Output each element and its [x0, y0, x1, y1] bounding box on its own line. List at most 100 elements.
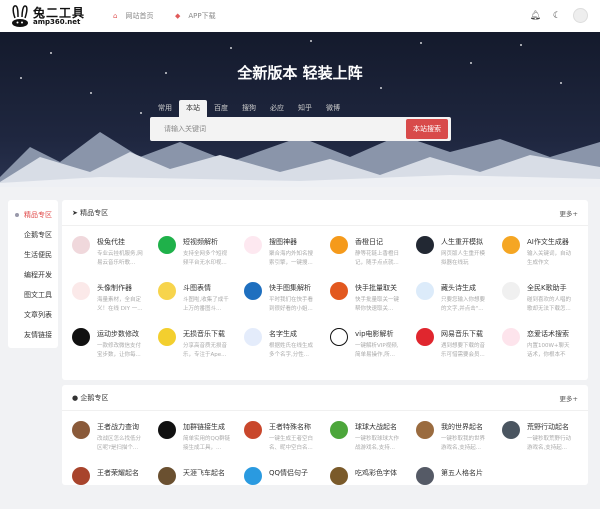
- tab-6[interactable]: 微博: [319, 100, 347, 117]
- tool-item[interactable]: 我的世界起名 一键秒取我的世界游戏名,支持起...: [416, 417, 502, 463]
- sidebar-item-2[interactable]: 生活便民: [8, 248, 58, 268]
- tool-name: 荒野行动起名: [527, 423, 569, 431]
- tool-icon: [330, 282, 348, 300]
- tool-item[interactable]: 快手图集解析 平时我们在快手看到很好看的小姐...: [244, 278, 330, 324]
- tool-name: 王者荣耀起名: [97, 469, 139, 477]
- tool-icon: [244, 421, 262, 439]
- bell-icon[interactable]: 🔔︎: [529, 11, 540, 21]
- tool-item[interactable]: 名字生成 根据姓氏在线生成多个名字,分性...: [244, 324, 330, 370]
- tool-item[interactable]: 网易音乐下载 遇到想要下载的音乐可惜需要会员...: [416, 324, 502, 370]
- tool-item[interactable]: 吃鸡彩色字体: [330, 463, 416, 509]
- tool-item[interactable]: 全民K歌助手 碰到喜欢的人唱的歌却无法下载怎...: [502, 278, 588, 324]
- tool-icon: [158, 421, 176, 439]
- tool-name: 香橙日记: [355, 238, 383, 246]
- star: [140, 112, 142, 114]
- sidebar-item-4[interactable]: 图文工具: [8, 288, 58, 308]
- tool-icon: [72, 328, 90, 346]
- tool-item[interactable]: 短视频解析 支持全网多个短视频平台无水印视...: [158, 232, 244, 278]
- tool-icon: [502, 282, 520, 300]
- tab-0[interactable]: 常用: [151, 100, 179, 117]
- tool-item[interactable]: 荒野行动起名 一键秒取荒野行动游戏名,支持起...: [502, 417, 588, 463]
- tool-item[interactable]: 天涯飞车起名: [158, 463, 244, 509]
- logo-subtitle: amp360.net: [33, 17, 81, 26]
- section-qie: ● 企鹅专区 更多+ 王者战力查询 改战区怎么找低分区呢?是扫描个... 加群链接生成…: [62, 385, 588, 485]
- tool-item[interactable]: 快手批量取关 快手批量取关一键帮你快速取关...: [330, 278, 416, 324]
- send-icon: ➤: [72, 208, 81, 217]
- star: [380, 87, 382, 89]
- more-link[interactable]: 更多+: [560, 393, 578, 403]
- tool-item[interactable]: 王者特殊名称 一键生成王者空白名、昵中空白名...: [244, 417, 330, 463]
- tool-name: 运动步数修改: [97, 330, 139, 338]
- tool-desc: 改战区怎么找低分区呢?是扫描个...: [97, 436, 142, 451]
- tool-desc: 一键解析VIP视频,简单易操作,所...: [355, 343, 399, 358]
- tab-5[interactable]: 知乎: [291, 100, 319, 117]
- tool-item[interactable]: 香橙日记 静等花链上香橙日记，随手点点就...: [330, 232, 416, 278]
- tool-item[interactable]: 加群链接生成简单实用的QQ群链接生成工具，...: [158, 417, 244, 463]
- tool-item[interactable]: 无损音乐下载 分享高音质无损音乐，专注于Ape...: [158, 324, 244, 370]
- tool-item[interactable]: 第五人格名片: [416, 463, 502, 509]
- moon-icon[interactable]: ☾: [553, 11, 561, 21]
- tool-desc: 内置100W+聊天话术，你根本不需...: [527, 343, 570, 358]
- sidebar-item-0[interactable]: 精品专区: [8, 208, 58, 228]
- tool-item[interactable]: AI作文生成器 输入关键词，自动生成作文: [502, 232, 588, 278]
- tool-desc: [441, 481, 489, 499]
- tool-icon: [416, 421, 434, 439]
- tool-icon: [502, 421, 520, 439]
- search-input[interactable]: 请输入关键词: [164, 124, 206, 134]
- tool-name: 极兔代挂: [97, 238, 125, 246]
- tool-desc: 网页版人生重开模拟器在线玩: [441, 251, 486, 266]
- more-link[interactable]: 更多+: [560, 208, 578, 218]
- tool-item[interactable]: 极兔代挂专业云挂机服务,网易云音乐听歌...: [72, 232, 158, 278]
- nav-app-download[interactable]: ◆ APP下载: [175, 11, 216, 21]
- tool-item[interactable]: vip电影解析 一键解析VIP视频,简单易操作,所...: [330, 324, 416, 370]
- sidebar-item-5[interactable]: 文章列表: [8, 308, 58, 328]
- tool-name: 加群链接生成: [183, 423, 225, 431]
- nav-app-label: APP下载: [188, 12, 216, 20]
- tool-item[interactable]: 王者荣耀起名: [72, 463, 158, 509]
- tool-desc: 简单实用的QQ群链接生成工具，...: [183, 436, 231, 451]
- star: [230, 47, 232, 49]
- tab-1[interactable]: 本站: [179, 100, 207, 117]
- tool-item[interactable]: 藏头诗生成 只要您输入你想要的文字,并点击"...: [416, 278, 502, 324]
- tool-desc: 支持全网多个短视频平台无水印视...: [183, 251, 228, 266]
- star: [90, 92, 92, 94]
- star: [520, 44, 522, 46]
- tab-4[interactable]: 必应: [263, 100, 291, 117]
- tool-name: 球球大战起名: [355, 423, 397, 431]
- tool-item[interactable]: 搜图神器 聚合海内外知名搜索引擎，一键搜...: [244, 232, 330, 278]
- tool-item[interactable]: 头像制作器 海量素材，全自定义！在线 DIY 一...: [72, 278, 158, 324]
- tool-icon: [72, 282, 90, 300]
- tool-item[interactable]: 斗图表情 斗图啦,收集了成千上万的番图斗...: [158, 278, 244, 324]
- section-title: ● 企鹅专区: [72, 393, 109, 402]
- tool-desc: 一键秒取我的世界游戏名,支持起...: [441, 436, 486, 451]
- tool-name: 吃鸡彩色字体: [355, 469, 397, 477]
- sidebar-item-3[interactable]: 编程开发: [8, 268, 58, 288]
- sidebar-item-1[interactable]: 企鹅专区: [8, 228, 58, 248]
- nav-home[interactable]: ⌂ 网站首页: [113, 11, 153, 21]
- tool-item[interactable]: 人生重开模拟 网页版人生重开模拟器在线玩: [416, 232, 502, 278]
- logo-title: 兔二工具: [33, 5, 86, 20]
- tab-3[interactable]: 搜狗: [235, 100, 263, 117]
- tool-icon: [244, 467, 262, 485]
- search-button[interactable]: 本站搜索: [406, 119, 448, 139]
- banner-title: 全新版本 轻装上阵: [237, 64, 363, 82]
- tool-desc: [355, 481, 403, 499]
- scrollbar[interactable]: [590, 187, 600, 475]
- site-logo[interactable]: 兔二工具 amp360.net: [10, 4, 85, 28]
- tool-item[interactable]: QQ情侣句子: [244, 463, 330, 509]
- avatar[interactable]: [573, 8, 588, 23]
- tool-item[interactable]: 王者战力查询 改战区怎么找低分区呢?是扫描个...: [72, 417, 158, 463]
- tool-desc: 平时我们在快手看到很好看的小姐...: [269, 297, 314, 312]
- tool-desc: [97, 481, 145, 499]
- tool-item[interactable]: 恋爱话术搜索内置100W+聊天话术，你根本不需...: [502, 324, 588, 370]
- tab-2[interactable]: 百度: [207, 100, 235, 117]
- tool-item[interactable]: 球球大战起名 一键秒取球球大作战游戏名,支持...: [330, 417, 416, 463]
- tool-name: 天涯飞车起名: [183, 469, 225, 477]
- tool-desc: 专业云挂机服务,网易云音乐听歌...: [97, 251, 143, 266]
- tool-name: 藏头诗生成: [441, 284, 476, 292]
- tool-item[interactable]: 运动步数修改 一款修改微信支付宝步数，让你每...: [72, 324, 158, 370]
- star: [50, 52, 52, 54]
- tool-name: 第五人格名片: [441, 469, 483, 477]
- tool-desc: 分享高音质无损音乐，专注于Ape...: [183, 343, 228, 358]
- sidebar-item-6[interactable]: 友情链接: [8, 328, 58, 348]
